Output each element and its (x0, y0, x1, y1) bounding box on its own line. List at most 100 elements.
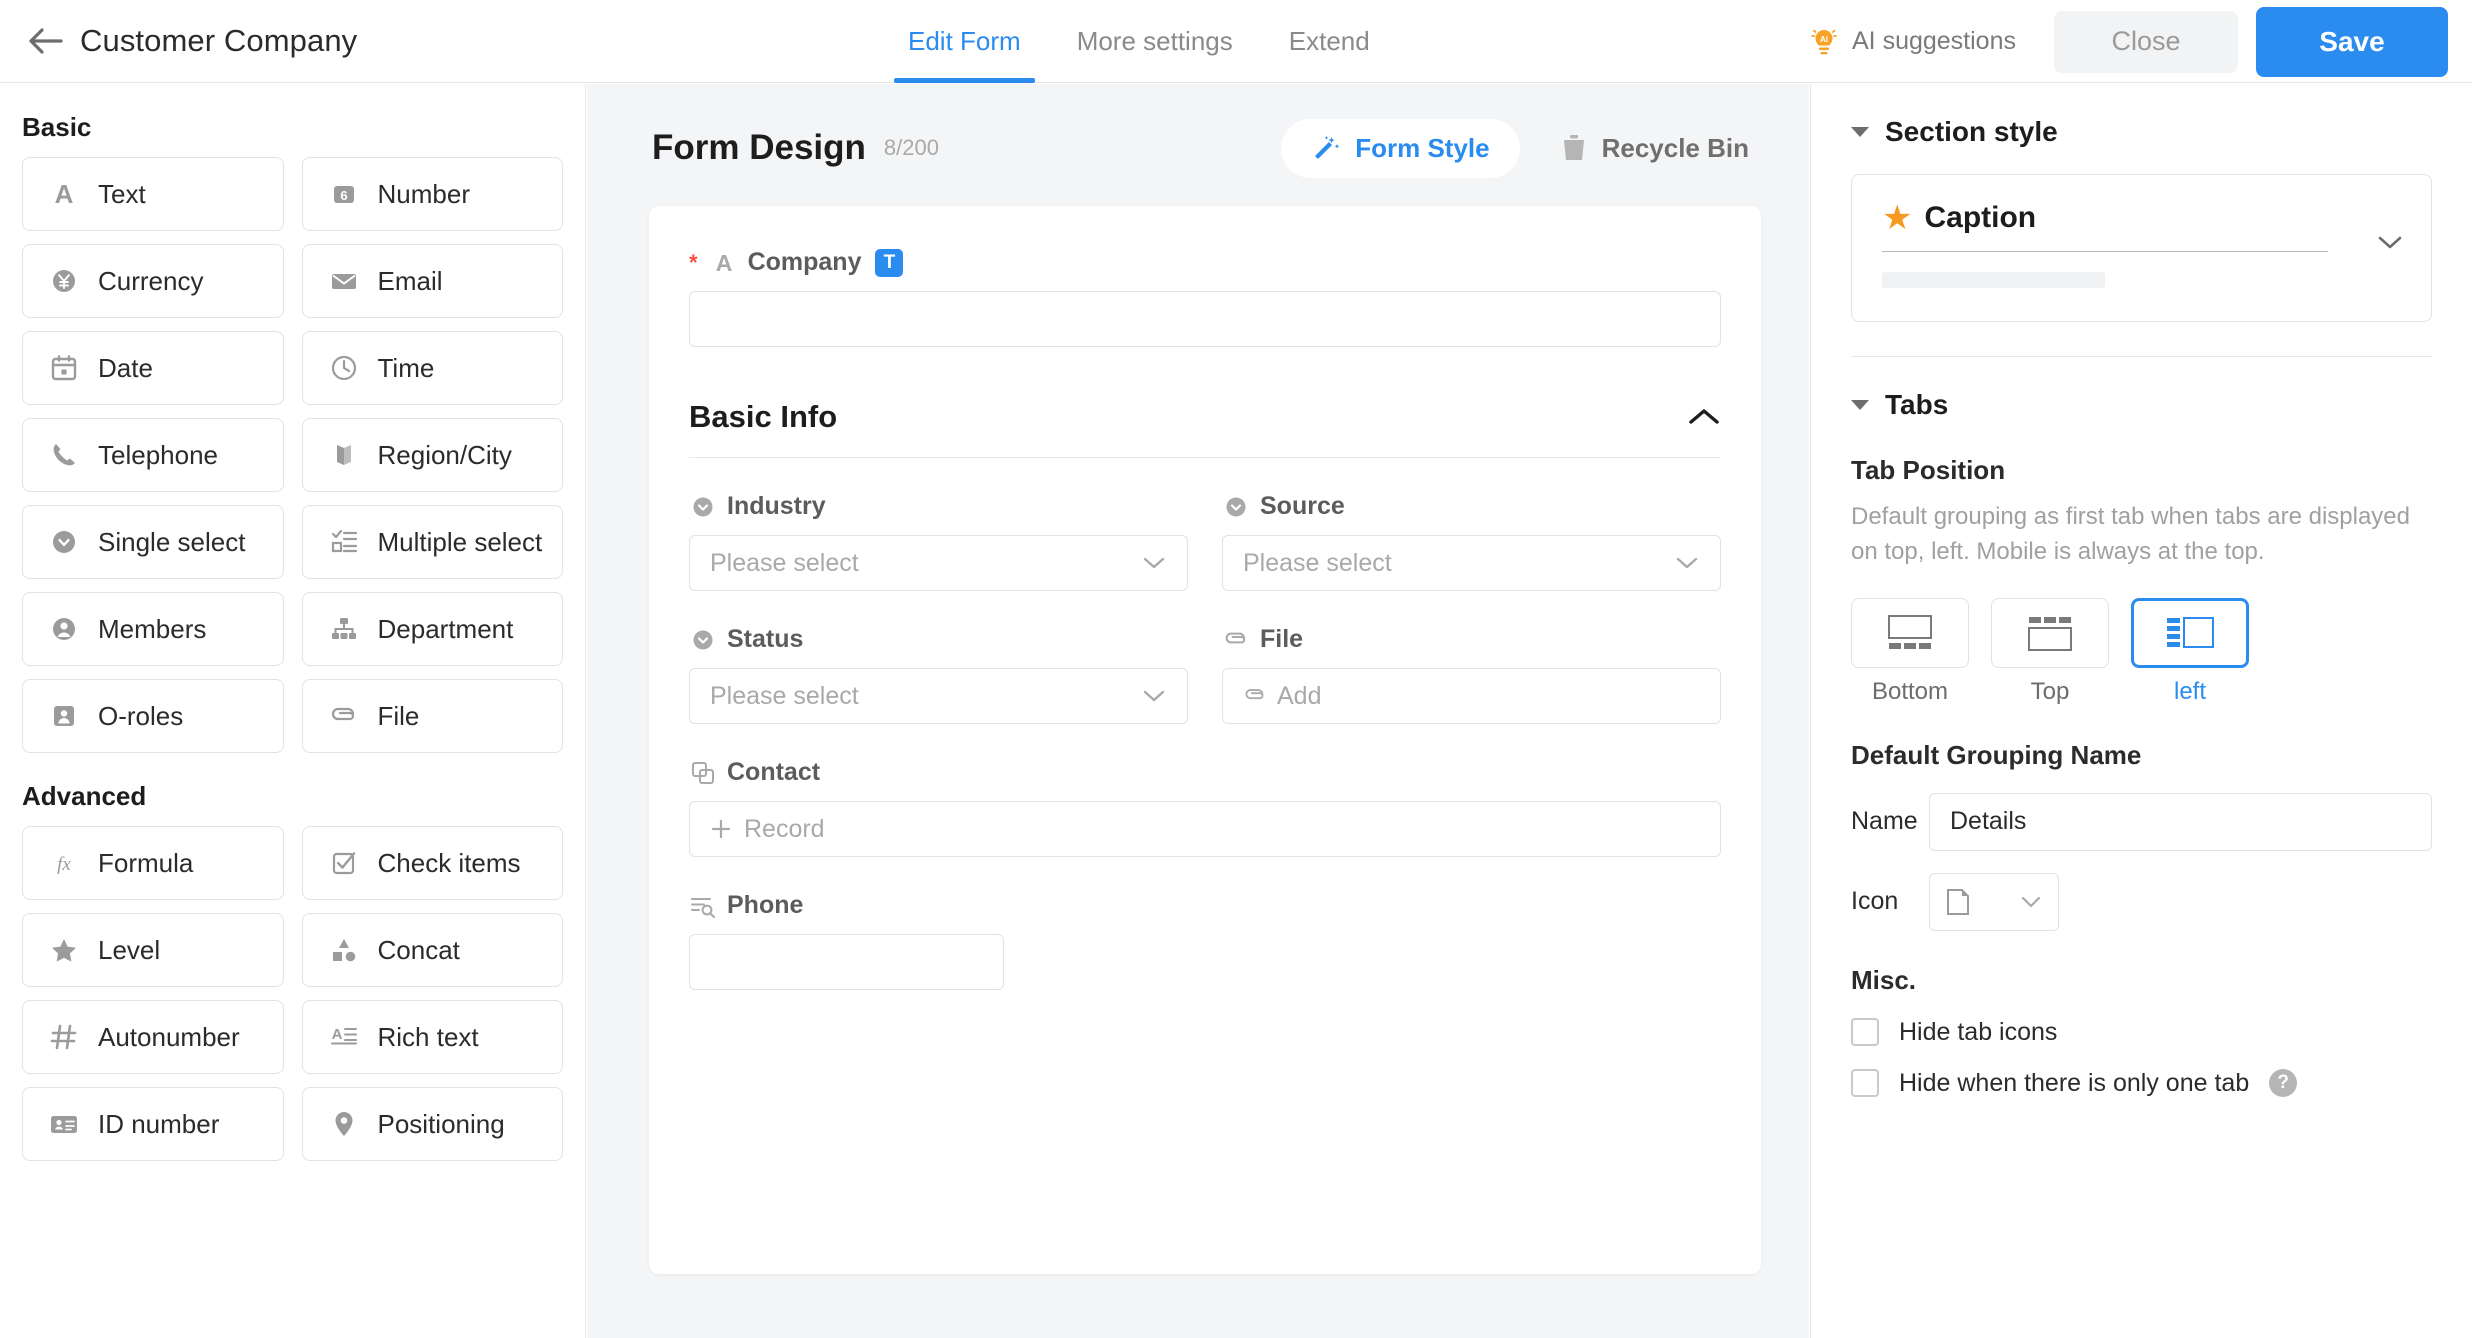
tab-position-options: Bottom Top left (1851, 597, 2432, 706)
org-chart-icon (328, 613, 360, 645)
tab-position-description: Default grouping as first tab when tabs … (1851, 503, 2410, 565)
letter-a-icon: A (48, 178, 80, 210)
contact-label: Contact (689, 758, 1721, 787)
sidebar-group-title-advanced: Advanced (22, 781, 147, 811)
chevron-down-icon[interactable] (2375, 233, 2405, 253)
tab-edit-form[interactable]: Edit Form (880, 0, 1049, 83)
sidebar-item-check-items[interactable]: Check items (301, 826, 563, 900)
sidebar-item-label: Time (377, 352, 435, 383)
single-select-icon (689, 493, 717, 521)
status-label: Status (689, 625, 1188, 654)
grouping-icon-select[interactable] (1929, 872, 2059, 931)
sidebar-item-autonumber[interactable]: Autonumber (22, 1000, 284, 1074)
number-badge-icon: 6 (328, 178, 360, 210)
tab-position-option-bottom[interactable]: Bottom (1851, 597, 1969, 706)
ai-suggestions-button[interactable]: AI AI suggestions (1807, 25, 2016, 59)
map-icon (328, 439, 360, 471)
back-button[interactable] (22, 17, 70, 65)
sidebar-item-label: Multiple select (377, 526, 543, 557)
sidebar-item-formula[interactable]: fx Formula (22, 826, 284, 900)
sidebar-item-concat[interactable]: Concat (301, 913, 563, 987)
sidebar-item-label: Currency (98, 265, 204, 296)
sidebar-item-number[interactable]: 6 Number (301, 157, 563, 231)
sidebar-item-positioning[interactable]: Positioning (301, 1087, 563, 1161)
file-label-text: File (1260, 625, 1304, 653)
checkbox-row-hide-single-tab: Hide when there is only one tab ? (1851, 1069, 2432, 1098)
tab-position-option-top[interactable]: Top (1991, 597, 2109, 706)
chevron-up-icon[interactable] (1687, 406, 1721, 428)
tab-more-settings[interactable]: More settings (1049, 0, 1261, 83)
section-title: Basic Info (689, 399, 838, 434)
sidebar-item-single-select[interactable]: Single select (22, 505, 284, 579)
tab-extend[interactable]: Extend (1261, 0, 1398, 83)
tab-position-top-label: Top (2030, 677, 2070, 705)
phone-input[interactable] (689, 934, 1004, 990)
tabs-section-header[interactable]: Tabs (1851, 389, 2432, 421)
sidebar-item-time[interactable]: Time (301, 331, 563, 405)
grouping-name-input[interactable]: Details (1929, 792, 2432, 851)
field-industry: Industry Please select (689, 492, 1188, 591)
sidebar-item-telephone[interactable]: Telephone (22, 418, 284, 492)
source-select[interactable]: Please select (1222, 535, 1721, 591)
form-design-header: Form Design 8/200 Form Style Recycle Bin (587, 84, 1809, 180)
industry-select[interactable]: Please select (689, 535, 1188, 591)
sidebar-item-date[interactable]: Date (22, 331, 284, 405)
page-title: Customer Company (80, 23, 358, 58)
sidebar-item-label: Department (377, 613, 514, 644)
single-select-icon (48, 526, 80, 558)
hide-tab-icons-label: Hide tab icons (1899, 1017, 2058, 1046)
arrow-left-icon (28, 25, 64, 57)
checkbox-row-hide-tab-icons: Hide tab icons (1851, 1018, 2432, 1047)
sidebar-item-label: Rich text (377, 1021, 479, 1052)
hide-single-tab-checkbox[interactable] (1851, 1069, 1879, 1098)
sidebar-item-id-number[interactable]: ID number (22, 1087, 284, 1161)
file-label: File (1222, 625, 1721, 654)
sidebar-item-o-roles[interactable]: O-roles (22, 679, 284, 753)
sidebar-item-file[interactable]: File (301, 679, 563, 753)
star-icon (48, 934, 80, 966)
close-button[interactable]: Close (2054, 10, 2238, 73)
tab-position-option-left[interactable]: left (2131, 597, 2249, 706)
form-style-button[interactable]: Form Style (1281, 118, 1520, 178)
section-style-header[interactable]: Section style (1851, 116, 2432, 148)
sidebar-item-label: File (377, 700, 420, 731)
sidebar-item-department[interactable]: Department (301, 592, 563, 666)
rich-text-icon: A (328, 1021, 360, 1053)
top-bar-actions: AI AI suggestions Close Save (1807, 0, 2448, 83)
contact-add-record-button[interactable]: Record (689, 801, 1721, 857)
sidebar-item-level[interactable]: Level (22, 913, 284, 987)
grouping-name-row: Name Details (1851, 792, 2432, 851)
help-icon[interactable]: ? (2269, 1069, 2298, 1098)
sidebar-item-label: Level (98, 934, 161, 965)
file-add-button[interactable]: Add (1222, 668, 1721, 724)
sidebar-item-email[interactable]: Email (301, 244, 563, 318)
sidebar-item-label: Email (377, 265, 443, 296)
ai-suggestions-label: AI suggestions (1852, 27, 2016, 55)
sidebar-item-label: Date (98, 352, 153, 383)
envelope-icon (328, 265, 360, 297)
sidebar-item-multiple-select[interactable]: Multiple select (301, 505, 563, 579)
misc-label: Misc. (1851, 964, 1917, 995)
field-contact: Contact Record (689, 758, 1721, 857)
sidebar-item-members[interactable]: Members (22, 592, 284, 666)
sidebar-item-region-city[interactable]: Region/City (301, 418, 563, 492)
industry-label: Industry (689, 492, 1188, 521)
sidebar-item-text[interactable]: A Text (22, 157, 284, 231)
save-button[interactable]: Save (2256, 6, 2448, 77)
multiple-select-icon (328, 526, 360, 558)
caption-preview-card[interactable]: ★ Caption (1851, 174, 2432, 322)
settings-panel: Section style ★ Caption Tabs Tab Positio… (1810, 84, 2472, 1338)
contact-label-text: Contact (727, 758, 821, 786)
company-input[interactable] (689, 291, 1721, 347)
sidebar-item-label: ID number (98, 1108, 220, 1139)
hide-tab-icons-checkbox[interactable] (1851, 1018, 1879, 1047)
status-select[interactable]: Please select (689, 668, 1188, 724)
paperclip-icon (1243, 684, 1267, 708)
section-style-title: Section style (1885, 116, 2058, 147)
sidebar-item-rich-text[interactable]: A Rich text (301, 1000, 563, 1074)
location-pin-icon (328, 1108, 360, 1140)
caret-down-icon (1851, 400, 1869, 410)
recycle-bin-button[interactable]: Recycle Bin (1540, 119, 1769, 178)
field-palette-sidebar: Basic A Text 6 Number Currency Email Dat… (0, 84, 586, 1338)
sidebar-item-currency[interactable]: Currency (22, 244, 284, 318)
